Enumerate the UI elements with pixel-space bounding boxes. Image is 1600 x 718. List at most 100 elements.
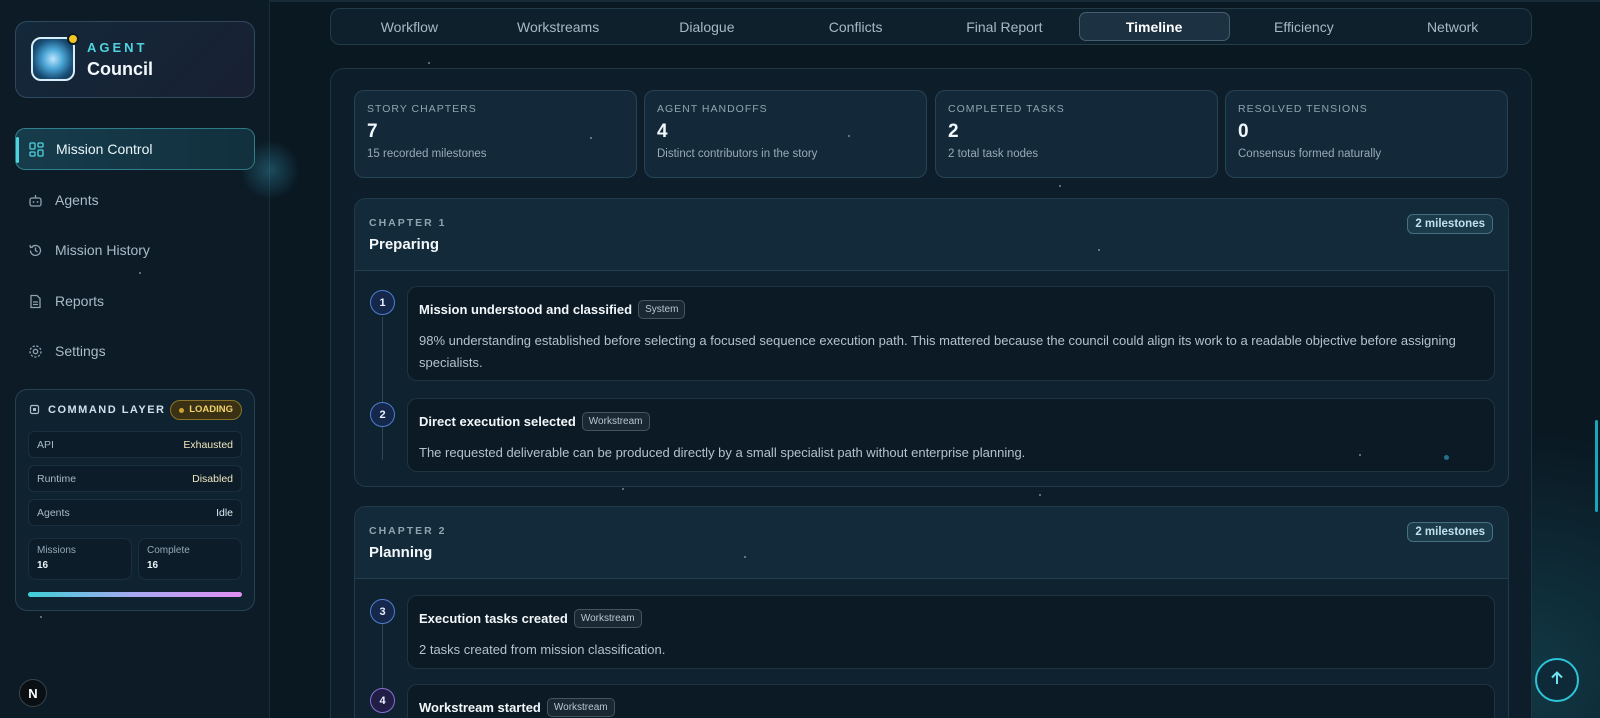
star-dot bbox=[1059, 185, 1061, 187]
star-dot bbox=[1444, 455, 1449, 460]
stat-label: STORY CHAPTERS bbox=[367, 103, 477, 115]
milestone-tag: Workstream bbox=[581, 412, 650, 431]
milestone-card[interactable]: Mission understood and classified System … bbox=[407, 286, 1495, 381]
scrollbar-thumb[interactable] bbox=[1595, 420, 1598, 512]
nav-settings[interactable]: Settings bbox=[15, 330, 255, 372]
chapter-number: CHAPTER 1 bbox=[369, 217, 447, 229]
chapter-title: Preparing bbox=[369, 236, 440, 253]
dashboard-icon bbox=[28, 141, 44, 157]
star-dot bbox=[1359, 454, 1361, 456]
tab-bar: Workflow Workstreams Dialogue Conflicts … bbox=[330, 8, 1532, 45]
chapter-title: Planning bbox=[369, 544, 433, 561]
milestone-description: 2 tasks created from mission classificat… bbox=[419, 642, 666, 657]
stat-resolved-tensions: RESOLVED TENSIONS 0 Consensus formed nat… bbox=[1225, 90, 1508, 178]
missions-stat: Missions 16 bbox=[28, 538, 132, 580]
stat-key: Complete bbox=[147, 545, 190, 556]
stat-label: AGENT HANDOFFS bbox=[657, 103, 768, 115]
history-icon bbox=[27, 242, 43, 258]
chapter-number: CHAPTER 2 bbox=[369, 525, 447, 537]
stat-label: COMPLETED TASKS bbox=[948, 103, 1065, 115]
stat-value: 4 bbox=[657, 121, 668, 142]
document-icon bbox=[27, 293, 43, 309]
nav-mission-control[interactable]: Mission Control bbox=[15, 128, 255, 170]
tab-dialogue[interactable]: Dialogue bbox=[633, 12, 782, 41]
tab-workstreams[interactable]: Workstreams bbox=[484, 12, 633, 41]
milestone-title: Direct execution selected bbox=[419, 414, 576, 429]
status-badge: LOADING bbox=[170, 400, 242, 420]
brand-card[interactable]: AGENT Council bbox=[15, 21, 255, 98]
nav-label: Mission History bbox=[55, 242, 150, 258]
stat-subtext: Consensus formed naturally bbox=[1238, 148, 1382, 160]
tab-timeline[interactable]: Timeline bbox=[1078, 12, 1230, 41]
status-row-api: API Exhausted bbox=[28, 431, 242, 458]
status-dot-icon bbox=[67, 33, 79, 45]
arrow-up-icon bbox=[1548, 669, 1566, 692]
stat-subtext: 15 recorded milestones bbox=[367, 148, 487, 160]
stat-story-chapters: STORY CHAPTERS 7 15 recorded milestones bbox=[354, 90, 637, 178]
stat-subtext: Distinct contributors in the story bbox=[657, 148, 818, 160]
step-marker: 4 bbox=[370, 688, 395, 713]
nav-reports[interactable]: Reports bbox=[15, 280, 255, 322]
star-dot bbox=[622, 488, 624, 490]
star-dot bbox=[40, 616, 42, 618]
star-dot bbox=[1098, 249, 1100, 251]
tab-network[interactable]: Network bbox=[1378, 12, 1527, 41]
scroll-to-top-button[interactable] bbox=[1535, 658, 1579, 702]
nav-label: Agents bbox=[55, 192, 99, 208]
nav-mission-history[interactable]: Mission History bbox=[15, 229, 255, 271]
tab-conflicts[interactable]: Conflicts bbox=[781, 12, 930, 41]
stat-value: 0 bbox=[1238, 121, 1249, 142]
status-key: Runtime bbox=[37, 472, 77, 485]
stat-value: 16 bbox=[37, 560, 49, 571]
star-dot bbox=[848, 135, 850, 137]
star-dot bbox=[744, 556, 746, 558]
milestone-title: Workstream started bbox=[419, 700, 541, 715]
tab-efficiency[interactable]: Efficiency bbox=[1230, 12, 1379, 41]
progress-bar bbox=[28, 592, 242, 597]
stat-value: 16 bbox=[147, 560, 159, 571]
stat-value: 2 bbox=[948, 121, 959, 142]
nav-agents[interactable]: Agents bbox=[15, 179, 255, 221]
tab-workflow[interactable]: Workflow bbox=[335, 12, 484, 41]
chapter-header[interactable]: CHAPTER 2 Planning 2 milestones bbox=[355, 507, 1508, 579]
stat-key: Missions bbox=[37, 545, 76, 556]
status-value: Exhausted bbox=[183, 438, 233, 451]
stat-completed-tasks: COMPLETED TASKS 2 2 total task nodes bbox=[935, 90, 1218, 178]
chapter-card: CHAPTER 2 Planning 2 milestones 3 Execut… bbox=[354, 506, 1509, 718]
tab-final-report[interactable]: Final Report bbox=[930, 12, 1079, 41]
complete-stat: Complete 16 bbox=[138, 538, 242, 580]
star-dot bbox=[428, 62, 430, 64]
milestone-title: Mission understood and classified bbox=[419, 302, 633, 317]
nav-label: Mission Control bbox=[56, 141, 153, 157]
milestone-description: The requested deliverable can be produce… bbox=[419, 445, 1026, 460]
milestone-description: 98% understanding established before sel… bbox=[419, 333, 1456, 370]
milestone-title: Execution tasks created bbox=[419, 611, 568, 626]
stat-label: RESOLVED TENSIONS bbox=[1238, 103, 1368, 115]
milestone-tag: System bbox=[638, 300, 686, 319]
brand-name: Council bbox=[87, 59, 153, 79]
milestone-card[interactable]: Workstream started Workstream bbox=[407, 684, 1495, 718]
brand-kicker: AGENT bbox=[87, 40, 148, 55]
star-dot bbox=[590, 137, 592, 139]
step-marker: 2 bbox=[370, 402, 395, 427]
chip-icon bbox=[28, 403, 41, 421]
milestone-card[interactable]: Execution tasks created Workstream 2 task… bbox=[407, 595, 1495, 669]
nav-label: Settings bbox=[55, 343, 106, 359]
stat-agent-handoffs: AGENT HANDOFFS 4 Distinct contributors i… bbox=[644, 90, 927, 178]
status-row-runtime: Runtime Disabled bbox=[28, 465, 242, 492]
gear-icon bbox=[27, 343, 43, 359]
milestone-card[interactable]: Direct execution selected Workstream The … bbox=[407, 398, 1495, 472]
command-layer-panel: COMMAND LAYER LOADING API Exhausted Runt… bbox=[15, 389, 255, 611]
star-dot bbox=[1039, 494, 1041, 496]
status-key: API bbox=[37, 438, 54, 451]
status-row-agents: Agents Idle bbox=[28, 499, 242, 526]
stat-value: 7 bbox=[367, 121, 378, 142]
milestone-tag: Workstream bbox=[546, 698, 615, 717]
timeline-connector bbox=[382, 317, 383, 460]
step-marker: 3 bbox=[370, 599, 395, 624]
command-layer-title: COMMAND LAYER bbox=[48, 404, 166, 416]
robot-icon bbox=[27, 192, 43, 208]
chapter-header[interactable]: CHAPTER 1 Preparing 2 milestones bbox=[355, 199, 1508, 271]
milestone-count-badge: 2 milestones bbox=[1407, 214, 1493, 234]
next-badge[interactable]: N bbox=[19, 679, 47, 707]
